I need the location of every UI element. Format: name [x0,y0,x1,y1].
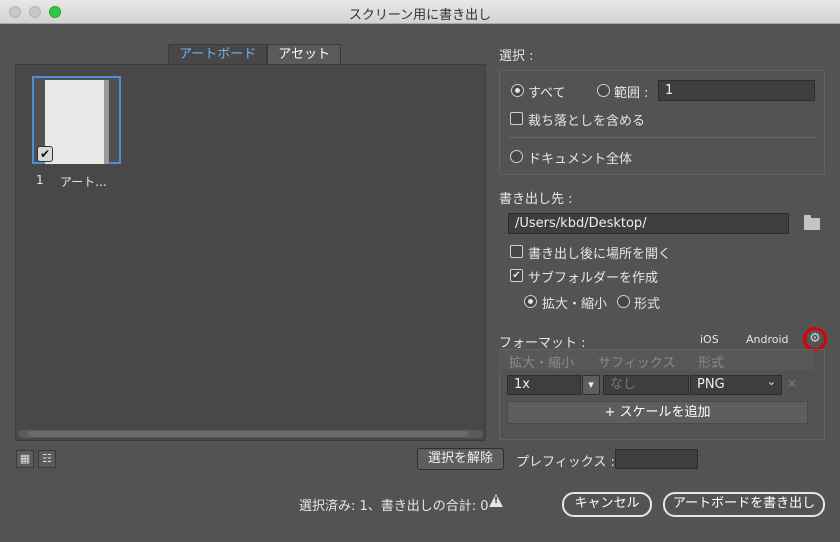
artboard-panel: ✔ 1 アート... [15,64,486,441]
title-bar: スクリーン用に書き出し [0,0,840,24]
android-preset-button[interactable]: Android [746,333,789,346]
artboard-name: アート... [60,175,107,189]
col-suffix: サフィックス [598,356,676,371]
radio-subfolder-scale[interactable] [524,295,537,308]
selection-heading: 選択 : [499,49,534,64]
panel-tabs: アートボード アセット [168,44,341,64]
list-view-button[interactable]: ☷ [38,450,56,468]
export-path-input[interactable]: /Users/kbd/Desktop/ [508,213,789,234]
artboard-checkbox[interactable]: ✔ [37,146,53,162]
format-select[interactable]: PNG ⌄ [690,375,782,395]
radio-document-label: ドキュメント全体 [528,152,633,167]
create-subfolder-checkbox[interactable]: ✔ [510,269,523,282]
add-scale-button[interactable]: + スケールを追加 [507,401,808,424]
chevron-down-icon: ▾ [588,378,594,391]
format-select-value: PNG [697,377,725,392]
radio-document[interactable] [510,150,523,163]
scale-input[interactable]: 1x [507,375,581,395]
range-input[interactable]: 1 [658,80,815,101]
col-scale: 拡大・縮小 [509,356,575,371]
include-bleed-label: 裁ち落としを含める [528,114,646,129]
include-bleed-checkbox[interactable] [510,112,523,125]
create-subfolder-label: サブフォルダーを作成 [528,271,659,286]
prefix-input[interactable] [615,449,698,469]
grid-view-button[interactable]: ▦ [16,450,34,468]
list-icon: ☷ [42,452,52,465]
scrollbar-thumb[interactable] [28,431,468,437]
radio-subfolder-scale-label: 拡大・縮小 [542,297,608,312]
folder-icon[interactable] [804,215,820,230]
scale-dropdown-button[interactable]: ▾ [582,375,600,395]
remove-scale-icon[interactable]: ✕ [787,377,797,391]
chevron-down-icon: ⌄ [766,375,776,388]
radio-range[interactable] [597,84,610,97]
status-text: 選択済み: 1、書き出しの合計: 0 [299,499,489,514]
suffix-input[interactable]: なし [603,375,689,395]
radio-subfolder-format[interactable] [617,295,630,308]
export-artboard-button[interactable]: アートボードを書き出し [663,492,825,517]
radio-all-label: すべて [528,86,566,101]
artboard-thumbnail[interactable]: ✔ [32,76,121,164]
radio-subfolder-format-label: 形式 [634,297,661,312]
ios-preset-button[interactable]: iOS [700,333,719,346]
gear-icon[interactable]: ⚙ [803,327,827,351]
open-after-label: 書き出し後に場所を開く [528,247,672,262]
export-to-heading: 書き出し先 : [499,192,573,207]
col-format: 形式 [698,356,725,371]
artboard-preview [45,80,109,164]
grid-icon: ▦ [19,452,31,465]
radio-all[interactable] [511,84,524,97]
horizontal-scrollbar[interactable] [18,430,483,438]
window-title: スクリーン用に書き出し [348,8,492,23]
open-after-checkbox[interactable] [510,245,523,258]
tab-asset[interactable]: アセット [267,44,341,64]
artboard-number: 1 [36,173,44,187]
tab-artboard[interactable]: アートボード [168,44,268,64]
cancel-button[interactable]: キャンセル [562,492,652,517]
divider [509,137,815,138]
format-table-header: 拡大・縮小 サフィックス 形式 [499,350,814,371]
radio-range-label: 範囲 : [614,86,649,101]
deselect-button[interactable]: 選択を解除 [417,448,504,470]
warning-icon: ! [489,494,503,507]
prefix-label: プレフィックス : [516,455,615,470]
